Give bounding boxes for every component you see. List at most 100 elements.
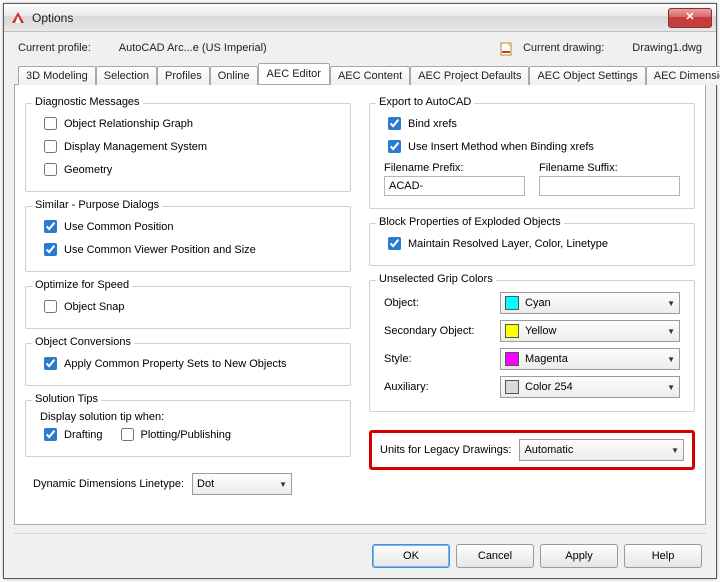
lbl-common-pos: Use Common Position (64, 221, 173, 233)
chk-apply-common-property-sets[interactable] (44, 357, 57, 370)
chk-use-insert-method[interactable] (388, 140, 401, 153)
lbl-drafting: Drafting (64, 429, 103, 441)
lbl-bind-xrefs: Bind xrefs (408, 118, 457, 130)
lbl-insert-method: Use Insert Method when Binding xrefs (408, 141, 594, 153)
apply-button[interactable]: Apply (540, 544, 618, 568)
tab-aec-dimension[interactable]: AEC Dimension (646, 66, 720, 85)
sel-dynamic-linetype[interactable]: Dot ▼ (192, 473, 292, 495)
chevron-down-icon: ▼ (667, 355, 675, 364)
val-legacy-units: Automatic (524, 444, 573, 456)
tab-aec-project-defaults[interactable]: AEC Project Defaults (410, 66, 529, 85)
swatch-object (505, 296, 519, 310)
legend-diagnostic: Diagnostic Messages (32, 96, 143, 108)
lbl-display-tip-when: Display solution tip when: (34, 409, 342, 423)
legend-speed: Optimize for Speed (32, 279, 132, 291)
val-grip-aux: Color 254 (525, 381, 573, 393)
val-grip-object: Cyan (525, 297, 551, 309)
current-drawing-value: Drawing1.dwg (632, 42, 702, 54)
chk-use-common-position[interactable] (44, 220, 57, 233)
chk-geometry[interactable] (44, 163, 57, 176)
chk-use-common-viewer[interactable] (44, 243, 57, 256)
sel-grip-secondary[interactable]: Yellow ▼ (500, 320, 680, 342)
chk-drafting[interactable] (44, 428, 57, 441)
tab-profiles[interactable]: Profiles (157, 66, 210, 85)
sel-grip-aux[interactable]: Color 254 ▼ (500, 376, 680, 398)
legend-export: Export to AutoCAD (376, 96, 474, 108)
current-profile-value: AutoCAD Arc...e (US Imperial) (119, 42, 267, 54)
legend-grip: Unselected Grip Colors (376, 273, 496, 285)
highlight-legacy-units: Units for Legacy Drawings: Automatic ▼ (369, 430, 695, 470)
dialog-buttons: OK Cancel Apply Help (14, 533, 706, 568)
lbl-grip-secondary: Secondary Object: (384, 325, 492, 337)
app-icon (10, 10, 26, 26)
tab-online[interactable]: Online (210, 66, 258, 85)
lbl-filename-prefix: Filename Prefix: (384, 162, 525, 174)
tab-aec-editor[interactable]: AEC Editor (258, 63, 330, 84)
lbl-dynamic-linetype: Dynamic Dimensions Linetype: (33, 478, 184, 490)
chevron-down-icon: ▼ (279, 480, 287, 489)
lbl-grip-object: Object: (384, 297, 492, 309)
tab-strip: 3D Modeling Selection Profiles Online AE… (14, 62, 706, 84)
swatch-secondary (505, 324, 519, 338)
lbl-geom: Geometry (64, 164, 112, 176)
group-diagnostic-messages: Diagnostic Messages Object Relationship … (25, 103, 351, 192)
lbl-filename-suffix: Filename Suffix: (539, 162, 680, 174)
group-grip-colors: Unselected Grip Colors Object: Cyan ▼ Se… (369, 280, 695, 412)
chevron-down-icon: ▼ (667, 299, 675, 308)
chevron-down-icon: ▼ (671, 446, 679, 455)
legend-conv: Object Conversions (32, 336, 134, 348)
swatch-style (505, 352, 519, 366)
tab-3d-modeling[interactable]: 3D Modeling (18, 66, 96, 85)
help-button[interactable]: Help (624, 544, 702, 568)
ok-button[interactable]: OK (372, 544, 450, 568)
lbl-grip-style: Style: (384, 353, 492, 365)
group-similar-dialogs: Similar - Purpose Dialogs Use Common Pos… (25, 206, 351, 272)
chk-object-relationship-graph[interactable] (44, 117, 57, 130)
chevron-down-icon: ▼ (667, 383, 675, 392)
lbl-maintain: Maintain Resolved Layer, Color, Linetype (408, 238, 608, 250)
chk-object-snap[interactable] (44, 300, 57, 313)
sel-legacy-units[interactable]: Automatic ▼ (519, 439, 684, 461)
sel-dynamic-linetype-value: Dot (197, 478, 214, 490)
lbl-snap: Object Snap (64, 301, 125, 313)
apply-label: Apply (565, 550, 593, 562)
chevron-down-icon: ▼ (667, 327, 675, 336)
drawing-icon (499, 40, 515, 56)
lbl-grip-aux: Auxiliary: (384, 381, 492, 393)
chk-display-management-system[interactable] (44, 140, 57, 153)
input-filename-suffix[interactable] (539, 176, 680, 196)
close-button[interactable]: ✕ (668, 8, 712, 28)
titlebar: Options ✕ (4, 4, 716, 32)
val-grip-style: Magenta (525, 353, 568, 365)
lbl-plotting: Plotting/Publishing (141, 429, 232, 441)
chk-plotting[interactable] (121, 428, 134, 441)
tab-panel-aec-editor: Diagnostic Messages Object Relationship … (14, 84, 706, 525)
lbl-apply: Apply Common Property Sets to New Object… (64, 358, 287, 370)
sel-grip-style[interactable]: Magenta ▼ (500, 348, 680, 370)
lbl-legacy-units: Units for Legacy Drawings: (380, 444, 511, 456)
tab-selection[interactable]: Selection (96, 66, 157, 85)
legend-blockprops: Block Properties of Exploded Objects (376, 216, 564, 228)
ok-label: OK (403, 550, 419, 562)
sel-grip-object[interactable]: Cyan ▼ (500, 292, 680, 314)
cancel-button[interactable]: Cancel (456, 544, 534, 568)
swatch-aux (505, 380, 519, 394)
cancel-label: Cancel (478, 550, 512, 562)
val-grip-secondary: Yellow (525, 325, 556, 337)
input-filename-prefix[interactable] (384, 176, 525, 196)
tab-aec-content[interactable]: AEC Content (330, 66, 410, 85)
group-object-conversions: Object Conversions Apply Common Property… (25, 343, 351, 386)
tab-aec-object-settings[interactable]: AEC Object Settings (529, 66, 645, 85)
legend-tips: Solution Tips (32, 393, 101, 405)
lbl-dms: Display Management System (64, 141, 207, 153)
group-export-autocad: Export to AutoCAD Bind xrefs Use Insert … (369, 103, 695, 209)
options-dialog: Options ✕ Current profile: AutoCAD Arc..… (3, 3, 717, 579)
lbl-common-view: Use Common Viewer Position and Size (64, 244, 256, 256)
profile-row: Current profile: AutoCAD Arc...e (US Imp… (14, 38, 706, 62)
close-icon: ✕ (685, 12, 694, 23)
legend-similar: Similar - Purpose Dialogs (32, 199, 162, 211)
group-optimize-speed: Optimize for Speed Object Snap (25, 286, 351, 329)
chk-bind-xrefs[interactable] (388, 117, 401, 130)
chk-maintain-resolved[interactable] (388, 237, 401, 250)
group-block-properties: Block Properties of Exploded Objects Mai… (369, 223, 695, 266)
